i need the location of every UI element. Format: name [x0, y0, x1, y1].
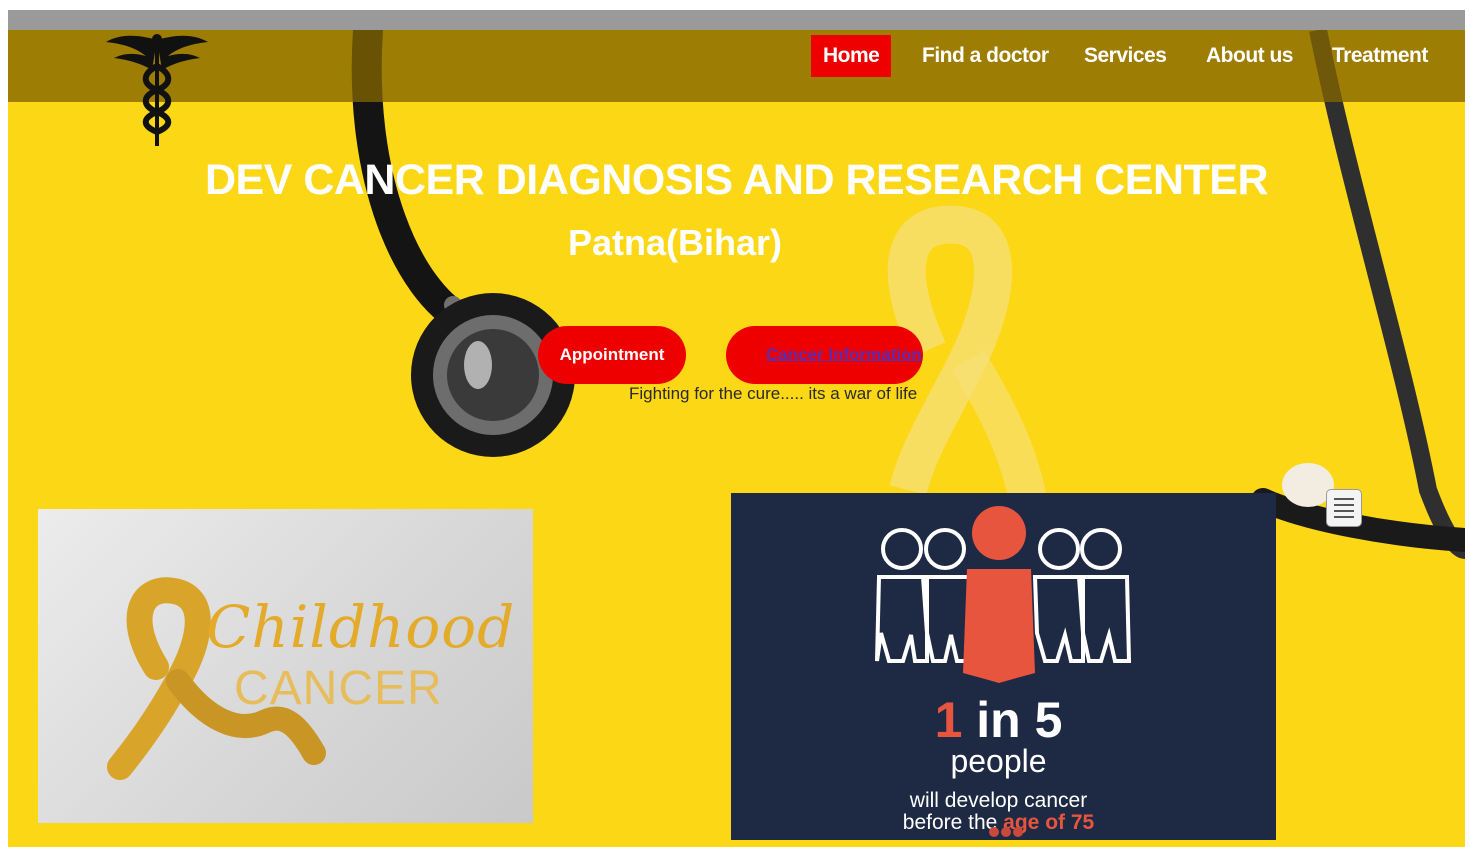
- nav-treatment[interactable]: Treatment: [1320, 35, 1440, 77]
- cancer-information-button[interactable]: Cancer Information: [726, 326, 923, 384]
- appointment-button[interactable]: Appointment: [538, 326, 686, 384]
- childhood-cancer-card: Childhood CANCER: [38, 509, 533, 823]
- browser-top-bar: [0, 0, 1470, 10]
- nav-home[interactable]: Home: [811, 35, 892, 77]
- one-in-five-card: 1 in 5 people will develop cancer before…: [731, 493, 1276, 840]
- page-title: DEV CANCER DIAGNOSIS AND RESEARCH CENTER: [204, 156, 1269, 204]
- carousel-dots-icon[interactable]: [988, 826, 1028, 838]
- cancer-information-link[interactable]: Cancer Information: [766, 326, 922, 384]
- browser-tint-bar: [8, 10, 1465, 30]
- one-in-five-stat: 1 in 5: [934, 692, 1063, 748]
- tagline: Fighting for the cure..... its a war of …: [629, 384, 918, 403]
- hamburger-menu-icon[interactable]: [1326, 489, 1362, 527]
- statistic-line-1: will develop cancer: [909, 789, 1088, 812]
- hero-section: Home Find a doctor Services About us Tre…: [8, 30, 1465, 847]
- page-subtitle: Patna(Bihar): [568, 222, 783, 263]
- nav-find-a-doctor[interactable]: Find a doctor: [910, 35, 1061, 77]
- nav-services[interactable]: Services: [1072, 35, 1178, 77]
- nav-about-us[interactable]: About us: [1194, 35, 1305, 77]
- childhood-text: Childhood: [206, 593, 516, 661]
- people-group-icon: [875, 506, 1132, 683]
- people-text: people: [950, 743, 1047, 779]
- cancer-text: CANCER: [234, 662, 443, 715]
- caduceus-icon[interactable]: [102, 30, 212, 148]
- top-navbar: Home Find a doctor Services About us Tre…: [8, 30, 1465, 146]
